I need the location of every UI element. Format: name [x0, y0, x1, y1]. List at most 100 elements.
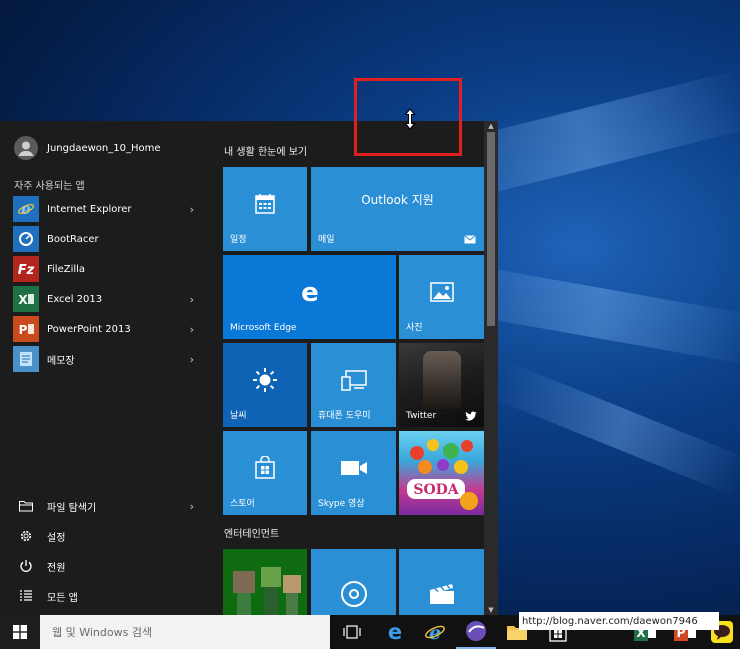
notepad-icon	[13, 346, 39, 372]
power-item[interactable]: 전원	[0, 552, 208, 580]
svg-text:SODA: SODA	[413, 482, 459, 498]
video-camera-icon	[340, 459, 368, 477]
internet-explorer-icon: e	[425, 622, 445, 643]
app-label: BootRacer	[47, 233, 99, 245]
tile-mail[interactable]: Outlook 지원 메일	[311, 167, 484, 251]
mail-tile-title: Outlook 지원	[361, 193, 434, 207]
svg-text:Fz: Fz	[18, 263, 35, 278]
item-label: 설정	[47, 532, 66, 544]
app-label: Internet Explorer	[47, 203, 132, 215]
search-box[interactable]: 웹 및 Windows 검색	[40, 615, 330, 649]
group-label-entertainment: 엔터테인먼트	[224, 529, 280, 540]
resize-vertical-cursor-icon	[404, 108, 416, 130]
groove-music-icon	[340, 580, 368, 608]
tile-store[interactable]: 스토어	[223, 431, 307, 515]
edge-icon: e	[298, 280, 322, 304]
item-label: 파일 탐색기	[47, 502, 97, 514]
chevron-right-icon[interactable]: ›	[190, 293, 194, 306]
clapperboard-icon	[429, 583, 455, 605]
user-name: Jungdaewon_10_Home	[47, 142, 161, 154]
chevron-right-icon[interactable]: ›	[190, 500, 194, 513]
windows-start-button[interactable]	[0, 615, 40, 649]
tile-movies-tv[interactable]	[399, 549, 484, 615]
bootracer-icon	[13, 226, 39, 252]
internet-explorer-icon: e	[13, 196, 39, 222]
weather-sun-icon	[252, 367, 278, 393]
powerpoint-icon: P	[13, 316, 39, 342]
start-left-pane: Jungdaewon_10_Home 자주 사용되는 앱 e Internet …	[0, 121, 208, 615]
chevron-right-icon[interactable]: ›	[190, 323, 194, 336]
taskbar-edge[interactable]: e	[375, 615, 415, 649]
tile-label: Skype 영상	[318, 499, 365, 509]
tile-skype-video[interactable]: Skype 영상	[311, 431, 396, 515]
wallpaper-beam	[492, 361, 740, 496]
search-placeholder: 웹 및 Windows 검색	[52, 626, 153, 639]
tile-twitter[interactable]: Twitter	[399, 343, 484, 427]
all-apps-item[interactable]: 모든 앱	[0, 582, 208, 610]
tile-photos[interactable]: 사진	[399, 255, 484, 339]
app-notepad[interactable]: 메모장 ›	[0, 345, 208, 373]
app-bootracer[interactable]: BootRacer	[0, 225, 208, 253]
tiles-pane: 내 생활 한눈에 보기 일정 Outlook 지원 메일 e Microsoft…	[208, 121, 498, 615]
all-apps-icon	[13, 583, 39, 609]
tile-weather[interactable]: 날씨	[223, 343, 307, 427]
frequent-apps-label: 자주 사용되는 앱	[14, 181, 85, 192]
app-label: FileZilla	[47, 263, 86, 275]
xbox-characters-image	[223, 549, 307, 615]
app-label: PowerPoint 2013	[47, 323, 131, 335]
power-icon	[13, 553, 39, 579]
tile-calendar[interactable]: 일정	[223, 167, 307, 251]
tile-label: 휴대폰 도우미	[318, 411, 371, 421]
twitter-bird-icon	[465, 411, 477, 421]
svg-text:e: e	[301, 280, 319, 304]
file-explorer-item[interactable]: 파일 탐색기 ›	[0, 492, 208, 520]
candy-crush-soda-logo: SODA	[407, 439, 478, 510]
app-label: 메모장	[47, 355, 75, 367]
tile-phone-companion[interactable]: 휴대폰 도우미	[311, 343, 396, 427]
item-label: 전원	[47, 562, 66, 574]
item-label: 모든 앱	[47, 592, 78, 604]
edge-icon: e	[388, 622, 402, 642]
scroll-down-icon[interactable]: ▼	[484, 606, 498, 614]
filezilla-icon: Fz	[13, 256, 39, 282]
app-powerpoint[interactable]: P PowerPoint 2013 ›	[0, 315, 208, 343]
file-explorer-icon	[13, 493, 39, 519]
photos-icon	[429, 282, 454, 302]
app-filezilla[interactable]: Fz FileZilla	[0, 255, 208, 283]
taskbar-app-purple[interactable]	[456, 615, 496, 649]
scrollbar-thumb[interactable]	[487, 132, 495, 326]
chevron-right-icon[interactable]: ›	[190, 203, 194, 216]
task-view-button[interactable]	[332, 615, 372, 649]
tile-candy-crush-soda[interactable]: SODA	[399, 431, 484, 515]
app-sphere-icon	[466, 621, 486, 641]
svg-text:e: e	[429, 622, 441, 643]
group-label-life: 내 생활 한눈에 보기	[224, 147, 308, 158]
calendar-icon	[254, 193, 276, 215]
blog-watermark-url: http://blog.naver.com/daewon7946	[519, 612, 719, 630]
svg-text:e: e	[21, 200, 31, 218]
tile-xbox[interactable]	[223, 549, 307, 615]
chevron-right-icon[interactable]: ›	[190, 353, 194, 366]
settings-item[interactable]: 설정	[0, 522, 208, 550]
svg-text:P: P	[19, 323, 28, 337]
task-view-icon	[343, 625, 361, 639]
svg-text:X: X	[18, 293, 28, 307]
tile-groove-music[interactable]	[311, 549, 396, 615]
user-account[interactable]: Jungdaewon_10_Home	[0, 134, 208, 162]
mail-icon	[464, 235, 476, 244]
app-excel[interactable]: X Excel 2013 ›	[0, 285, 208, 313]
windows-logo-icon	[13, 625, 27, 639]
excel-icon: X	[13, 286, 39, 312]
settings-gear-icon	[13, 523, 39, 549]
tile-label: Microsoft Edge	[230, 323, 297, 333]
tile-edge[interactable]: e Microsoft Edge	[223, 255, 396, 339]
tile-label: 일정	[230, 235, 247, 245]
app-internet-explorer[interactable]: e Internet Explorer ›	[0, 195, 208, 223]
store-bag-icon	[254, 455, 276, 480]
tiles-scrollbar[interactable]: ▲ ▼	[484, 121, 498, 615]
scroll-up-icon[interactable]: ▲	[484, 122, 498, 130]
taskbar-internet-explorer[interactable]: e	[415, 615, 455, 649]
svg-text:e: e	[388, 622, 402, 642]
tile-label: 스토어	[230, 499, 255, 509]
tile-label: 사진	[406, 323, 423, 333]
